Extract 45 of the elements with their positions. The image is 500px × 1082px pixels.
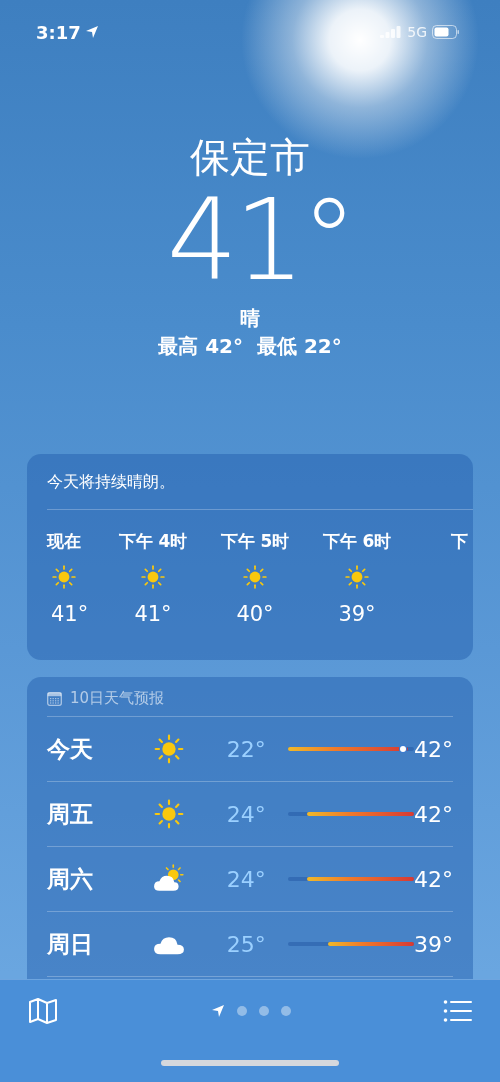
hour-label: 下午 6时: [322, 530, 392, 552]
forecast-summary: 今天将持续晴朗。: [47, 472, 473, 510]
sun-icon: [344, 564, 370, 590]
network-label: 5G: [407, 24, 427, 40]
status-time: 3:17: [36, 21, 81, 43]
low-temperature: 24°: [225, 801, 267, 827]
signal-icon: [380, 25, 403, 39]
current-temperature: 41°: [166, 182, 354, 298]
page-dot[interactable]: [280, 1006, 291, 1016]
low-temperature: 25°: [225, 931, 267, 957]
day-label: 周六: [47, 864, 94, 894]
high-temperature: 42°: [414, 866, 453, 892]
map-icon[interactable]: [28, 997, 58, 1025]
hour-label: 下午 4时: [118, 530, 188, 552]
sun-icon: [242, 564, 268, 590]
high-temperature: 42°: [414, 736, 453, 762]
day-label: 今天: [47, 734, 94, 764]
page-dot[interactable]: [258, 1006, 269, 1016]
hour-temperature: 41°: [51, 602, 89, 626]
hour-temperature: 39°: [338, 602, 376, 626]
day-label: 周日: [47, 929, 94, 959]
hour-label: 现在: [47, 530, 81, 552]
city-name: 保定市: [190, 133, 310, 182]
low-temperature: 24°: [225, 866, 267, 892]
calendar-icon: [47, 691, 62, 706]
day-label: 周五: [47, 799, 94, 829]
hour-label: 下: [450, 530, 468, 552]
sun-icon: [153, 798, 186, 830]
sun-icon: [140, 564, 166, 590]
sun-icon: [153, 733, 186, 765]
page-dot[interactable]: [236, 1006, 247, 1016]
location-arrow-icon: [84, 25, 99, 39]
hour-label: 下午 5时: [220, 530, 290, 552]
hour-temperature: 41°: [134, 602, 172, 626]
location-page-icon[interactable]: [210, 1004, 225, 1018]
high-low-temperature: 最高 42° 最低 22°: [158, 333, 342, 360]
battery-icon: [432, 25, 460, 39]
hour-temperature: 40°: [236, 602, 274, 626]
sun-icon: [51, 564, 77, 590]
low-temperature: 22°: [225, 736, 267, 762]
weather-condition: 晴: [240, 305, 260, 332]
high-temperature: 39°: [414, 931, 453, 957]
high-temperature: 42°: [414, 801, 453, 827]
forecast-title: 10日天气预报: [70, 689, 165, 708]
list-icon[interactable]: [443, 999, 473, 1023]
